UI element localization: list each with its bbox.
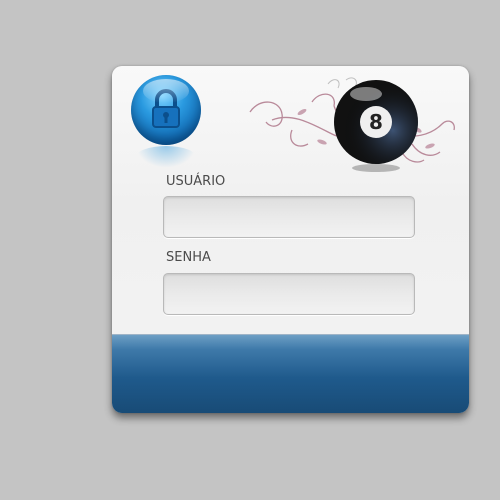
padlock-reflection — [136, 146, 196, 168]
password-label: SENHA — [166, 250, 211, 265]
floral-swirl-ornament: 8 — [249, 77, 455, 172]
username-input[interactable] — [164, 197, 414, 237]
password-field-wrapper — [163, 273, 415, 315]
svg-text:8: 8 — [369, 110, 383, 134]
eight-ball-icon: 8 — [334, 80, 418, 172]
panel-footer — [112, 334, 469, 413]
username-field-wrapper — [163, 196, 415, 238]
password-input[interactable] — [164, 274, 414, 314]
login-panel: 8 USUÁRIO SENHA — [112, 66, 469, 413]
padlock-icon — [131, 75, 201, 145]
username-label: USUÁRIO — [166, 174, 226, 189]
